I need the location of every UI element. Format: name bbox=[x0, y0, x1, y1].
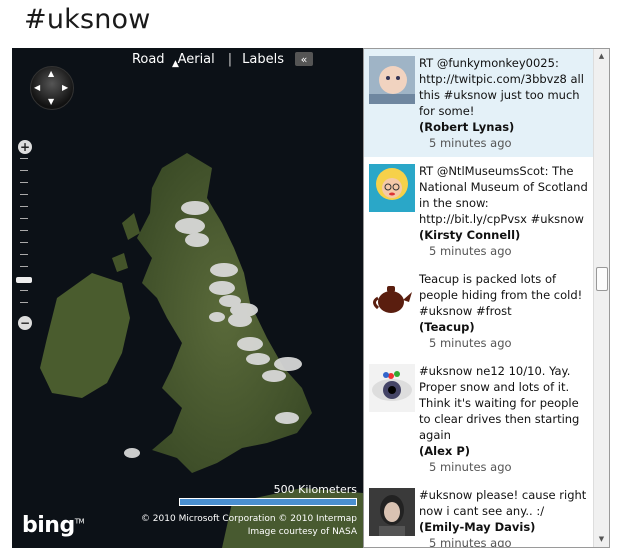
tweet-text: #uksnow please! cause right now i cant s… bbox=[419, 488, 587, 518]
road-view-button[interactable]: Road bbox=[132, 52, 165, 67]
feed-scrollbar[interactable]: ▲ ▼ bbox=[593, 49, 609, 547]
tweet-time: 5 minutes ago bbox=[429, 536, 512, 548]
tweet-text: RT @NtlMuseumsScot: The National Museum … bbox=[419, 164, 588, 226]
tweet-author[interactable]: (Kirsty Connell) bbox=[419, 227, 592, 243]
scrollbar-thumb[interactable] bbox=[596, 267, 608, 291]
scale-label: 500 Kilometers bbox=[273, 483, 357, 496]
cartoon-woman-icon bbox=[369, 164, 415, 212]
pan-up-icon[interactable]: ▲ bbox=[48, 69, 54, 78]
tweet-author[interactable]: (Robert Lynas) bbox=[419, 119, 592, 135]
zoom-out-button[interactable]: − bbox=[18, 316, 32, 330]
scale-bar bbox=[179, 498, 357, 506]
map-terrain bbox=[12, 48, 363, 548]
pan-compass[interactable]: ▲ ▼ ◀ ▶ bbox=[30, 66, 74, 110]
map-toolbar: Road Aerial | Labels « bbox=[12, 48, 363, 70]
tweet-author[interactable]: (Emily-May Davis) bbox=[419, 519, 592, 535]
zoom-slider[interactable] bbox=[23, 148, 25, 326]
aerial-selected-icon: ▲ bbox=[172, 59, 179, 69]
zoom-in-button[interactable]: + bbox=[18, 140, 32, 154]
tweet-item[interactable]: Teacup is packed lots of people hiding f… bbox=[364, 265, 596, 357]
scroll-down-icon[interactable]: ▼ bbox=[594, 532, 609, 547]
tweet-time: 5 minutes ago bbox=[429, 460, 512, 474]
tweet-list: RT @funkymonkey0025: http://twitpic.com/… bbox=[364, 49, 596, 548]
toolbar-separator: | bbox=[227, 51, 233, 67]
tweet-text: Teacup is packed lots of people hiding f… bbox=[419, 272, 583, 318]
tweet-item[interactable]: #uksnow please! cause right now i cant s… bbox=[364, 481, 596, 548]
eye-icon bbox=[369, 364, 415, 412]
pan-down-icon[interactable]: ▼ bbox=[48, 97, 54, 106]
zoom-slider-thumb[interactable] bbox=[16, 277, 32, 283]
map-copyright: © 2010 Microsoft Corporation © 2010 Inte… bbox=[140, 514, 357, 524]
scroll-up-icon[interactable]: ▲ bbox=[594, 49, 609, 64]
tweet-author[interactable]: (Teacup) bbox=[419, 319, 592, 335]
tweet-item[interactable]: RT @funkymonkey0025: http://twitpic.com/… bbox=[364, 49, 596, 157]
baby-photo-icon bbox=[369, 56, 415, 104]
aerial-view-button[interactable]: Aerial bbox=[178, 52, 215, 67]
tweet-item[interactable]: #uksnow ne12 10/10. Yay. Proper snow and… bbox=[364, 357, 596, 481]
tweet-time: 5 minutes ago bbox=[429, 336, 512, 350]
tweet-text: RT @funkymonkey0025: http://twitpic.com/… bbox=[419, 56, 584, 118]
map-imagery-credit: Image courtesy of NASA bbox=[247, 527, 357, 537]
tweet-feed[interactable]: RT @funkymonkey0025: http://twitpic.com/… bbox=[363, 48, 610, 548]
pan-left-icon[interactable]: ◀ bbox=[34, 83, 40, 92]
portrait-icon bbox=[369, 488, 415, 536]
tweet-text: #uksnow ne12 10/10. Yay. Proper snow and… bbox=[419, 364, 580, 442]
labels-toggle[interactable]: Labels bbox=[242, 52, 284, 67]
page-title: #uksnow bbox=[24, 4, 151, 35]
pan-right-icon[interactable]: ▶ bbox=[62, 83, 68, 92]
bing-logo: bingTM bbox=[22, 513, 85, 538]
tweet-time: 5 minutes ago bbox=[429, 244, 512, 258]
tweet-author[interactable]: (Alex P) bbox=[419, 443, 592, 459]
teapot-icon bbox=[369, 272, 415, 320]
map-view[interactable]: Road Aerial | Labels « ▲ ▲ ▼ ◀ ▶ + − 500… bbox=[12, 48, 363, 548]
tweet-item[interactable]: RT @NtlMuseumsScot: The National Museum … bbox=[364, 157, 596, 265]
collapse-toolbar-button[interactable]: « bbox=[295, 52, 313, 66]
tweet-time: 5 minutes ago bbox=[429, 136, 512, 150]
